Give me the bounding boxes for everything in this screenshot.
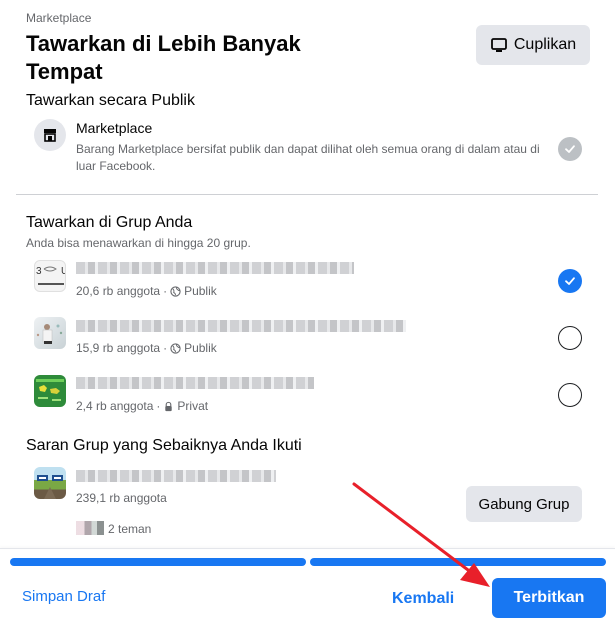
group-privacy: Publik — [184, 284, 217, 298]
progress-step-1 — [10, 558, 306, 566]
check-icon — [565, 145, 575, 153]
group-members: 239,1 rb anggota — [76, 491, 167, 505]
meta-separator: · — [156, 399, 161, 413]
group-select-radio[interactable] — [558, 383, 582, 407]
footer-divider — [0, 548, 615, 549]
check-icon — [565, 277, 575, 285]
group-name-blurred — [76, 320, 406, 332]
lock-icon — [165, 401, 173, 411]
group-name-blurred — [76, 377, 314, 389]
monitor-icon — [490, 38, 507, 52]
join-group-button[interactable]: Gabung Grup — [466, 486, 582, 522]
friends-count: 2 teman — [108, 522, 152, 536]
group-avatar — [34, 375, 66, 407]
group-avatar — [34, 317, 66, 349]
publish-button[interactable]: Terbitkan — [492, 578, 606, 618]
group-name-blurred — [76, 262, 354, 274]
meta-separator: · — [163, 284, 168, 298]
globe-icon — [170, 285, 181, 297]
back-button[interactable]: Kembali — [392, 590, 454, 608]
group-meta: 15,9 rb anggota · Publik — [76, 341, 217, 355]
groups-section-subtitle: Anda bisa menawarkan di hingga 20 grup. — [26, 236, 251, 250]
group-name-blurred — [76, 470, 276, 482]
group-select-radio[interactable] — [558, 326, 582, 350]
group-select-checkbox[interactable] — [558, 269, 582, 293]
group-meta: 20,6 rb anggota · Publik — [76, 284, 217, 298]
group-avatar: 3U — [34, 260, 66, 292]
progress-step-2 — [310, 558, 606, 566]
group-privacy: Publik — [184, 341, 217, 355]
marketplace-name: Marketplace — [76, 120, 153, 136]
marketplace-checkbox — [558, 137, 582, 161]
preview-button-label: Cuplikan — [513, 36, 577, 53]
breadcrumb: Marketplace — [26, 11, 92, 25]
group-members: 2,4 rb anggota — [76, 399, 154, 413]
svg-text:3: 3 — [36, 266, 42, 277]
globe-icon — [170, 342, 181, 354]
annotation-arrow-head — [460, 563, 490, 587]
friends-avatars — [76, 521, 104, 535]
section-divider — [16, 194, 598, 195]
meta-separator: · — [163, 341, 168, 355]
group-privacy: Privat — [177, 399, 209, 413]
storefront-icon — [44, 129, 56, 142]
svg-text:U: U — [61, 266, 66, 277]
marketplace-icon-wrap — [34, 119, 66, 151]
group-members: 15,9 rb anggota — [76, 341, 161, 355]
group-members: 20,6 rb anggota — [76, 284, 161, 298]
groups-section-title: Tawarkan di Grup Anda — [26, 214, 193, 231]
save-draft-button[interactable]: Simpan Draf — [22, 588, 105, 605]
page-title: Tawarkan di Lebih Banyak Tempat — [26, 31, 301, 84]
preview-button[interactable]: Cuplikan — [476, 25, 590, 65]
group-meta: 2,4 rb anggota · Privat — [76, 399, 208, 413]
marketplace-description: Barang Marketplace bersifat publik dan d… — [76, 142, 540, 173]
public-section-title: Tawarkan secara Publik — [26, 92, 195, 109]
group-avatar — [34, 467, 66, 499]
suggested-section-title: Saran Grup yang Sebaiknya Anda Ikuti — [26, 437, 302, 454]
